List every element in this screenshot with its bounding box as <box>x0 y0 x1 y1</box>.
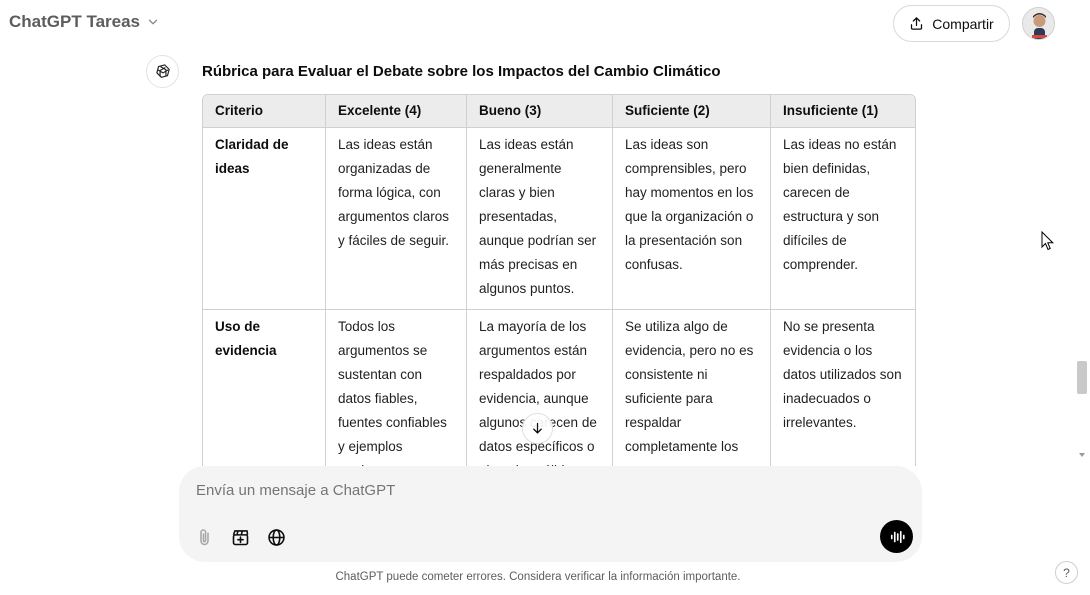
table-header-row: Criterio Excelente (4) Bueno (3) Suficie… <box>203 95 915 128</box>
table-cell: Las ideas no están bien definidas, carec… <box>771 128 915 310</box>
voice-mode-button[interactable] <box>880 520 913 553</box>
avatar[interactable] <box>1022 7 1055 40</box>
clapperboard-icon <box>232 529 248 545</box>
rubric-heading: Rúbrica para Evaluar el Debate sobre los… <box>202 63 721 80</box>
user-avatar-icon <box>1023 8 1054 39</box>
scrollbar-track[interactable] <box>1074 48 1090 466</box>
chevron-down-icon <box>148 19 158 25</box>
table-row: Uso de evidencia Todos los argumentos se… <box>203 310 915 466</box>
model-selector[interactable]: ChatGPT Tareas <box>9 12 160 32</box>
mouse-cursor-icon <box>1041 231 1055 251</box>
search-web-button[interactable] <box>263 524 289 550</box>
globe-icon <box>267 528 285 546</box>
table-row: Claridad de ideas Las ideas están organi… <box>203 128 915 310</box>
paperclip-icon <box>199 528 209 545</box>
attach-button[interactable] <box>191 524 217 550</box>
top-bar: ChatGPT Tareas Compartir <box>0 0 1090 48</box>
table-cell: Todos los argumentos se sustentan con da… <box>326 310 467 466</box>
criterion-cell: Claridad de ideas <box>203 128 326 310</box>
criterion-cell: Uso de evidencia <box>203 310 326 466</box>
conversation-area[interactable]: Rúbrica para Evaluar el Debate sobre los… <box>0 48 1074 466</box>
share-icon <box>911 17 923 30</box>
column-header-criterio: Criterio <box>203 95 326 128</box>
tools-button[interactable] <box>227 524 253 550</box>
table-cell: Se utiliza algo de evidencia, pero no es… <box>613 310 771 466</box>
column-header-suficiente: Suficiente (2) <box>613 95 771 128</box>
arrow-down-icon <box>533 422 542 434</box>
message-input[interactable] <box>196 482 796 499</box>
table-cell: Las ideas son comprensibles, pero hay mo… <box>613 128 771 310</box>
share-label: Compartir <box>932 15 994 32</box>
scroll-to-bottom-button[interactable] <box>522 413 553 444</box>
disclaimer-text: ChatGPT puede cometer errores. Considera… <box>335 571 741 583</box>
chatgpt-logo-icon <box>146 55 179 88</box>
table-cell: No se presenta evidencia o los datos uti… <box>771 310 915 466</box>
rubric-table: Criterio Excelente (4) Bueno (3) Suficie… <box>202 94 916 466</box>
share-button[interactable]: Compartir <box>893 5 1010 42</box>
column-header-bueno: Bueno (3) <box>467 95 613 128</box>
message-composer <box>179 466 922 562</box>
scrollbar-down-arrow[interactable] <box>1079 453 1085 457</box>
help-button[interactable]: ? <box>1055 561 1078 584</box>
table-cell: Las ideas están generalmente claras y bi… <box>467 128 613 310</box>
voice-wave-icon <box>890 530 905 543</box>
scrollbar-thumb[interactable] <box>1077 361 1087 394</box>
column-header-excelente: Excelente (4) <box>326 95 467 128</box>
table-cell: Las ideas están organizadas de forma lóg… <box>326 128 467 310</box>
model-title: ChatGPT Tareas <box>9 12 141 31</box>
column-header-insuficiente: Insuficiente (1) <box>771 95 915 128</box>
